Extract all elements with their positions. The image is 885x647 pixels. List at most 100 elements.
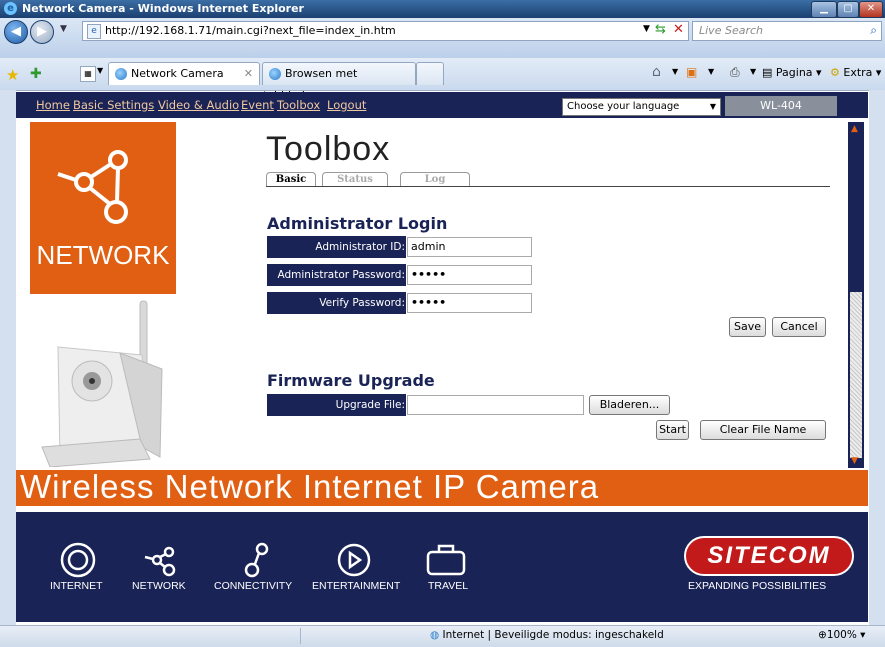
cancel-button[interactable]: Cancel <box>772 317 826 337</box>
zone-text: Internet | Beveiligde modus: ingeschakel… <box>442 629 664 641</box>
sitecom-logo: SITECOM <box>684 536 854 576</box>
address-toolbar: ◀ ▶ ▼ e http://192.168.1.71/main.cgi?nex… <box>0 18 885 58</box>
address-dropdown-icon[interactable]: ▼ <box>643 24 650 34</box>
page-title: Toolbox <box>266 130 391 168</box>
model-label: WL-404 <box>725 96 837 116</box>
scroll-down-icon[interactable]: ▼ <box>851 456 858 466</box>
zoom-level: 100% <box>826 629 857 641</box>
add-favorites-icon[interactable]: ✚ <box>30 66 42 82</box>
camera-nav-bar: Home Basic Settings Video & Audio Event … <box>16 92 868 118</box>
tab-basic[interactable]: Basic <box>266 172 316 187</box>
search-placeholder: Live Search <box>699 24 763 37</box>
zone-indicator[interactable]: ◍ Internet | Beveiligde modus: ingeschak… <box>430 629 664 641</box>
new-tab-button[interactable] <box>416 62 444 85</box>
status-bar: ◍ Internet | Beveiligde modus: ingeschak… <box>0 625 885 647</box>
address-field[interactable]: e http://192.168.1.71/main.cgi?next_file… <box>82 21 689 41</box>
search-icon[interactable]: ⌕ <box>870 23 877 38</box>
page-scrollbar[interactable]: ▲ ▼ <box>848 122 864 468</box>
scroll-up-icon[interactable]: ▲ <box>851 124 858 134</box>
tab-network-camera[interactable]: Network Camera ✕ <box>108 62 260 85</box>
page-menu-label: Pagina <box>775 66 813 79</box>
maximize-button[interactable]: ▢ <box>837 1 859 18</box>
tab-status[interactable]: Status <box>322 172 388 187</box>
verify-password-input[interactable]: ••••• <box>407 293 532 313</box>
nav-basic-settings-link[interactable]: Basic Settings <box>73 98 154 112</box>
tab-list-dropdown-icon[interactable]: ▼ <box>97 66 103 75</box>
footer-network-label: NETWORK <box>132 580 186 592</box>
history-dropdown-icon[interactable]: ▼ <box>60 24 67 34</box>
tools-menu-label: Extra <box>843 66 873 79</box>
tab-browsen[interactable]: Browsen met tabbladen <box>262 62 416 102</box>
nav-video-audio-link[interactable]: Video & Audio <box>158 98 239 112</box>
network-logo-block: NETWORK <box>30 122 176 294</box>
quick-tabs-icon[interactable]: ▦ <box>80 66 96 82</box>
gear-icon: ⚙ <box>830 66 840 79</box>
print-icon[interactable]: ⎙ <box>730 65 740 80</box>
upgrade-file-input[interactable] <box>407 395 584 415</box>
home-dropdown-icon[interactable]: ▼ <box>672 67 678 76</box>
nav-logout-link[interactable]: Logout <box>327 98 366 112</box>
page-menu-icon: ▤ <box>762 66 773 79</box>
tab-label: Network Camera <box>131 67 224 80</box>
brand-slogan: EXPANDING POSSIBILITIES <box>688 580 827 592</box>
close-window-button[interactable]: ✕ <box>859 1 883 18</box>
print-dropdown-icon[interactable]: ▼ <box>750 67 756 76</box>
home-icon[interactable]: ⌂ <box>652 64 661 80</box>
admin-password-label: Administrator Password: <box>267 264 406 286</box>
forward-button[interactable]: ▶ <box>30 20 54 44</box>
refresh-icon[interactable]: ⇆ <box>655 22 666 37</box>
network-icon <box>57 150 128 224</box>
tab-bar: ★ ✚ ▦ ▼ Network Camera ✕ Browsen met tab… <box>0 58 885 102</box>
tab-log[interactable]: Log <box>400 172 470 187</box>
ie-logo-icon: e <box>4 2 17 15</box>
tab-favicon <box>269 68 281 80</box>
network-logo-text: NETWORK <box>36 240 170 270</box>
footer-connectivity-label: CONNECTIVITY <box>214 580 293 592</box>
status-divider <box>300 628 301 644</box>
verify-password-label: Verify Password: <box>267 292 406 314</box>
window-title: Network Camera - Windows Internet Explor… <box>22 2 304 15</box>
chevron-down-icon: ▼ <box>709 102 716 111</box>
save-button[interactable]: Save <box>729 317 766 337</box>
feeds-icon[interactable]: ▣ <box>686 65 697 79</box>
page-menu[interactable]: ▤ Pagina ▾ <box>762 66 822 79</box>
footer-travel-label: TRAVEL <box>428 580 469 592</box>
clear-file-name-button[interactable]: Clear File Name <box>700 420 826 440</box>
footer-internet-label: INTERNET <box>50 580 103 592</box>
browse-button[interactable]: Bladeren... <box>589 395 670 415</box>
nav-event-link[interactable]: Event <box>241 98 274 112</box>
window-frame-left <box>0 90 16 625</box>
nav-toolbox-link[interactable]: Toolbox <box>277 98 320 112</box>
language-select[interactable]: Choose your language ▼ <box>562 98 721 116</box>
minimize-button[interactable]: ▁ <box>811 1 837 18</box>
tab-favicon <box>115 68 127 80</box>
window-frame-right <box>869 90 885 625</box>
zoom-icon: ⊕ <box>818 629 827 641</box>
scrollbar-track[interactable] <box>850 292 862 458</box>
start-button[interactable]: Start <box>656 420 689 440</box>
zoom-control[interactable]: ⊕100% ▾ <box>818 629 865 641</box>
tagline-banner: Wireless Network Internet IP Camera <box>16 468 868 506</box>
url-text: http://192.168.1.71/main.cgi?next_file=i… <box>105 24 396 37</box>
tools-menu[interactable]: ⚙ Extra ▾ <box>830 66 881 79</box>
footer-banner: INTERNET NETWORK CONNECTIVITY ENTERTAINM… <box>16 512 868 622</box>
back-button[interactable]: ◀ <box>4 20 28 44</box>
window-title-bar: e Network Camera - Windows Internet Expl… <box>0 0 885 18</box>
language-select-value: Choose your language <box>567 101 680 112</box>
admin-id-input[interactable]: admin <box>407 237 532 257</box>
globe-icon: ◍ <box>430 629 440 641</box>
admin-password-input[interactable]: ••••• <box>407 265 532 285</box>
tagline-text: Wireless Network Internet IP Camera <box>20 468 600 505</box>
camera-product-image <box>41 300 163 467</box>
subtab-divider <box>266 186 830 187</box>
upgrade-file-label: Upgrade File: <box>267 394 406 416</box>
admin-id-label: Administrator ID: <box>267 236 406 258</box>
close-tab-icon[interactable]: ✕ <box>244 63 253 85</box>
search-input[interactable]: Live Search ⌕ <box>692 21 882 41</box>
favorites-star-icon[interactable]: ★ <box>6 66 19 84</box>
feeds-dropdown-icon[interactable]: ▼ <box>708 67 714 76</box>
firmware-upgrade-heading: Firmware Upgrade <box>267 371 435 390</box>
stop-icon[interactable]: ✕ <box>673 22 684 37</box>
page-icon: e <box>87 24 101 39</box>
nav-home-link[interactable]: Home <box>36 98 70 112</box>
